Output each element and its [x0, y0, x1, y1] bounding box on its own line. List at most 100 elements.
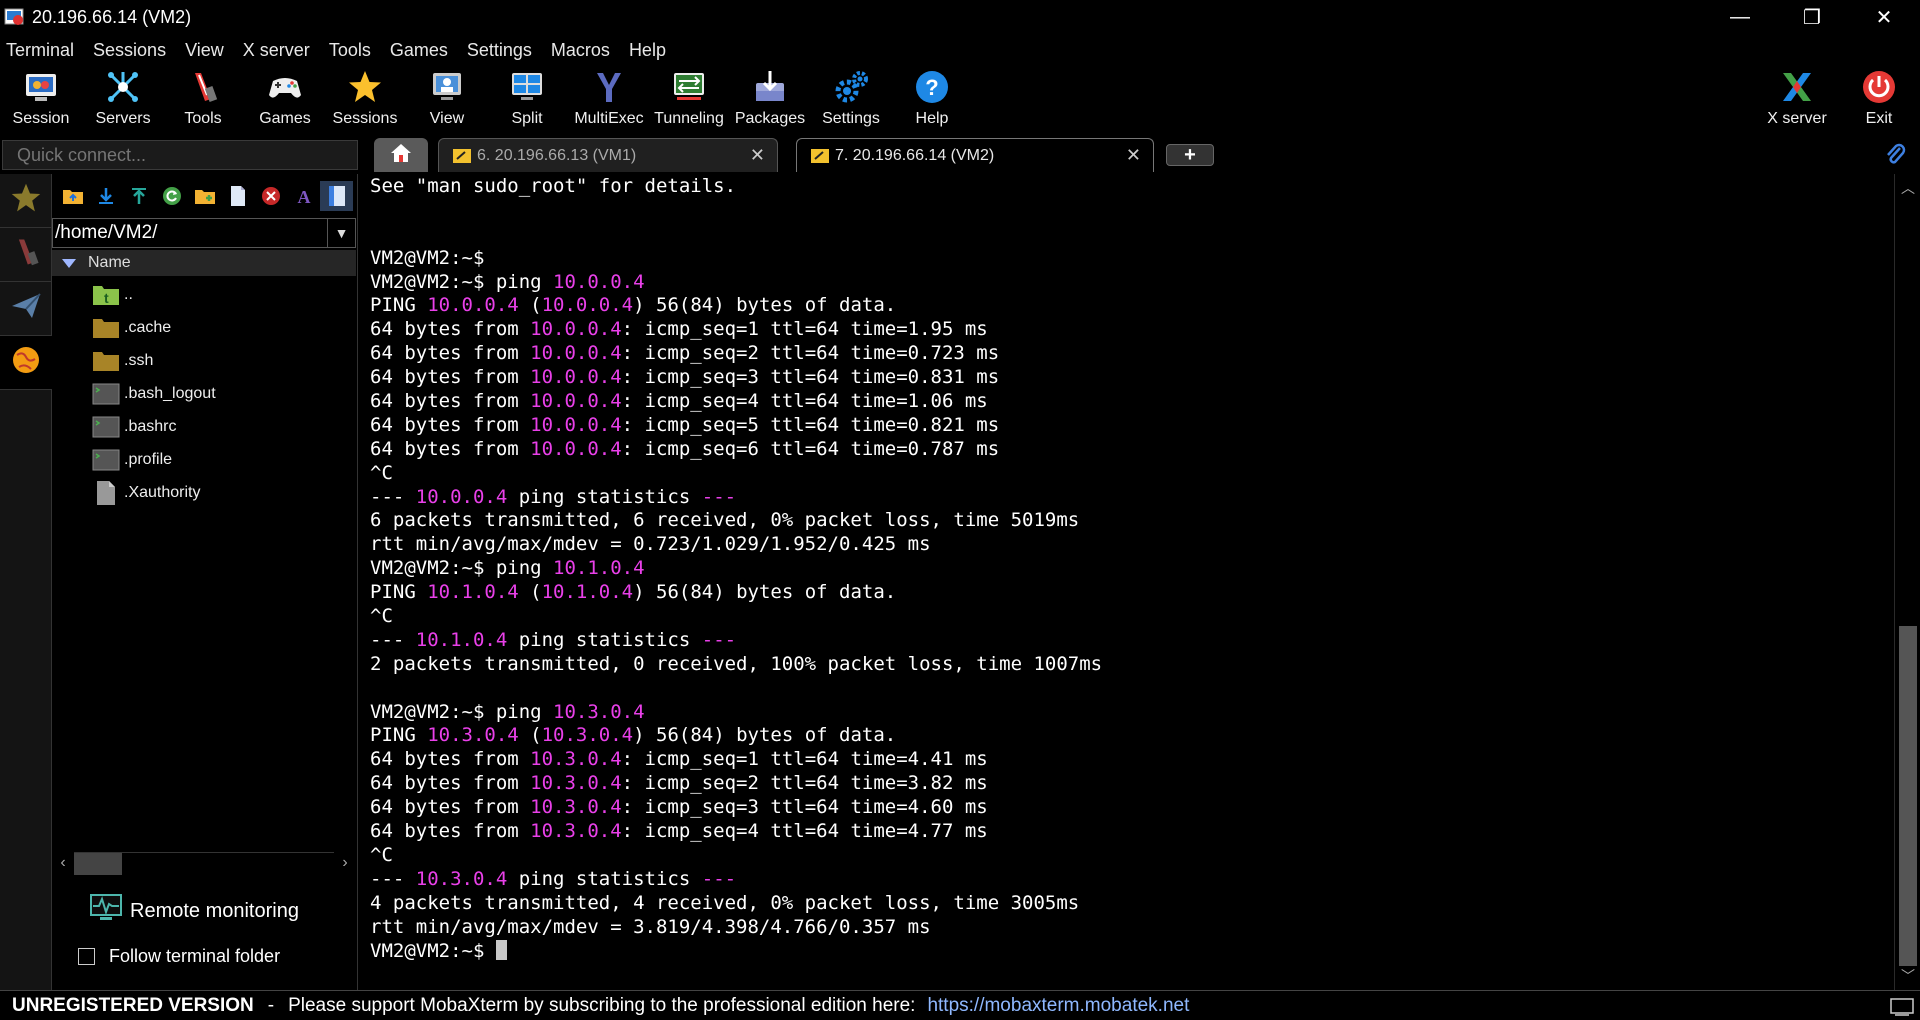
remote-monitoring-button[interactable]: Remote monitoring [90, 894, 299, 928]
terminal-line: VM2@VM2:~$ ping 10.1.0.4 [370, 557, 645, 580]
toggle-panel-icon[interactable] [320, 181, 353, 211]
follow-terminal-folder-checkbox[interactable] [78, 948, 95, 965]
file-row-profile[interactable]: .profile [52, 443, 356, 476]
refresh-icon[interactable] [155, 181, 188, 211]
delete-icon[interactable] [254, 181, 287, 211]
tab-close-button[interactable]: ✕ [1126, 145, 1141, 166]
menu-x-server[interactable]: X server [243, 40, 310, 61]
split-icon [508, 68, 546, 106]
window-title: 20.196.66.14 (VM2) [32, 6, 192, 27]
file-row-ssh[interactable]: .ssh [52, 344, 356, 377]
help-icon: ? [913, 68, 951, 106]
help-button[interactable]: ? Help [893, 66, 971, 132]
star-icon [10, 182, 42, 219]
svg-text:t: t [104, 290, 109, 306]
menu-macros[interactable]: Macros [551, 40, 610, 61]
star-icon [346, 68, 384, 106]
menu-games[interactable]: Games [390, 40, 448, 61]
scroll-left-icon[interactable]: ‹ [52, 854, 74, 872]
terminal-line: VM2@VM2:~$ ping 10.3.0.4 [370, 700, 645, 723]
tab-close-button[interactable]: ✕ [750, 145, 765, 166]
rename-icon[interactable]: A [287, 181, 320, 211]
menu-bar: Terminal Sessions View X server Tools Ga… [0, 34, 1920, 66]
keyboard-icon[interactable] [1890, 997, 1914, 1020]
path-field[interactable]: /home/VM2/ ▼ [52, 218, 356, 248]
tunneling-button[interactable]: Tunneling [650, 66, 728, 132]
scrollbar-thumb[interactable] [74, 853, 122, 875]
session-button[interactable]: Session [2, 66, 80, 132]
terminal-line: rtt min/avg/max/mdev = 3.819/4.398/4.766… [370, 915, 931, 938]
scroll-down-icon[interactable]: ﹀ [1895, 966, 1920, 988]
terminal-line: rtt min/avg/max/mdev = 0.723/1.029/1.952… [370, 533, 931, 556]
terminal-line: 6 packets transmitted, 6 received, 0% pa… [370, 509, 1080, 532]
mobaxterm-app-icon [4, 7, 26, 27]
home-tab[interactable] [374, 138, 428, 172]
servers-button[interactable]: Servers [84, 66, 162, 132]
scrollbar-thumb[interactable] [1899, 626, 1917, 966]
scroll-right-icon[interactable]: › [334, 854, 356, 872]
terminal-output[interactable]: See "man sudo_root" for details. VM2@VM2… [362, 174, 1894, 990]
menu-view[interactable]: View [185, 40, 224, 61]
new-file-icon[interactable] [221, 181, 254, 211]
file-row-xauthority[interactable]: .Xauthority [52, 476, 356, 509]
menu-sessions[interactable]: Sessions [93, 40, 166, 61]
exit-button[interactable]: Exit [1840, 66, 1918, 132]
new-tab-button[interactable]: + [1166, 144, 1214, 166]
scroll-up-icon[interactable]: ︿ [1895, 178, 1920, 200]
packages-button[interactable]: Packages [731, 66, 809, 132]
x-server-button[interactable]: X server [1758, 66, 1836, 132]
split-button[interactable]: Split [488, 66, 566, 132]
tab-vm1[interactable]: 6. 20.196.66.13 (VM1) ✕ [438, 138, 778, 172]
download-icon[interactable] [89, 181, 122, 211]
mobaxterm-link[interactable]: https://mobaxterm.mobatek.net [927, 995, 1189, 1017]
servers-icon [104, 68, 142, 106]
menu-tools[interactable]: Tools [329, 40, 371, 61]
menu-terminal[interactable]: Terminal [6, 40, 74, 61]
name-column-header[interactable]: Name [52, 250, 356, 276]
terminal-scrollbar[interactable]: ︿ ﹀ [1894, 174, 1920, 990]
terminal-line: --- 10.0.0.4 ping statistics --- [370, 485, 737, 508]
menu-help[interactable]: Help [629, 40, 666, 61]
svg-text:A: A [297, 187, 310, 206]
terminal-line: 64 bytes from 10.0.0.4: icmp_seq=6 ttl=6… [370, 437, 1000, 460]
svg-text:?: ? [925, 75, 938, 100]
tab-vm2[interactable]: 7. 20.196.66.14 (VM2) ✕ [796, 138, 1154, 172]
chevron-down-icon[interactable]: ▼ [327, 219, 355, 247]
paperclip-icon[interactable] [1884, 142, 1906, 173]
multiexec-button[interactable]: MultiExec [570, 66, 648, 132]
file-row-parent[interactable]: t .. [52, 278, 356, 311]
horizontal-scrollbar[interactable]: ‹ › [52, 850, 356, 876]
gear-icon [832, 68, 870, 106]
games-button[interactable]: Games [246, 66, 324, 132]
sftp-toolbar: A [52, 174, 357, 218]
tools-side-tab[interactable] [0, 228, 52, 282]
terminal-line: VM2@VM2:~$ [370, 246, 485, 269]
follow-terminal-folder-option[interactable]: Follow terminal folder [78, 946, 280, 967]
terminal-line: 64 bytes from 10.0.0.4: icmp_seq=4 ttl=6… [370, 390, 988, 413]
tools-button[interactable]: Tools [164, 66, 242, 132]
file-row-bash-logout[interactable]: .bash_logout [52, 377, 356, 410]
tunneling-icon [670, 68, 708, 106]
sessions-side-tab[interactable] [0, 174, 52, 228]
folder-icon [90, 348, 122, 374]
file-row-cache[interactable]: .cache [52, 311, 356, 344]
view-button[interactable]: View [408, 66, 486, 132]
file-row-bashrc[interactable]: .bashrc [52, 410, 356, 443]
minimize-button[interactable]: — [1704, 0, 1776, 34]
settings-button[interactable]: Settings [812, 66, 890, 132]
restore-button[interactable]: ❐ [1776, 0, 1848, 34]
macros-side-tab[interactable] [0, 282, 52, 336]
sessions-button[interactable]: Sessions [326, 66, 404, 132]
upload-icon[interactable] [122, 181, 155, 211]
terminal-line: PING 10.0.0.4 (10.0.0.4) 56(84) bytes of… [370, 294, 897, 317]
menu-settings[interactable]: Settings [467, 40, 532, 61]
sftp-side-tab[interactable] [0, 336, 52, 390]
quick-connect-input[interactable] [2, 140, 358, 170]
title-bar: 20.196.66.14 (VM2) — ❐ ✕ [0, 0, 1920, 34]
new-folder-icon[interactable] [188, 181, 221, 211]
terminal-line: 64 bytes from 10.3.0.4: icmp_seq=3 ttl=6… [370, 796, 988, 819]
terminal-cursor [495, 939, 507, 960]
parent-folder-icon[interactable] [56, 181, 89, 211]
close-window-button[interactable]: ✕ [1848, 0, 1920, 34]
